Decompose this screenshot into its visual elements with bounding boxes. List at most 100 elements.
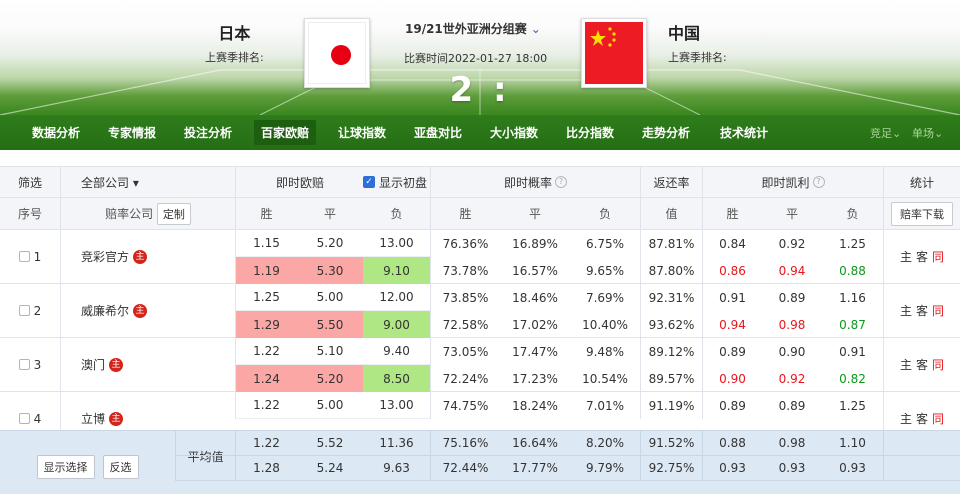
company-name[interactable]: 威廉希尔: [81, 302, 129, 319]
kelly-cell: 0.90: [702, 365, 762, 392]
tab-over-under[interactable]: 大小指数: [490, 124, 538, 141]
tab-tech-stats[interactable]: 技术统计: [720, 124, 768, 141]
prob-cell: 10.40%: [582, 317, 628, 332]
filter-label: 筛选: [17, 175, 42, 190]
odds-table: 筛选 全部公司 ▾ 即时欧赔 ✓ 显示初盘 即时概率? 返还率 即时凯利? 统计 …: [0, 166, 960, 494]
checkbox-icon[interactable]: [18, 413, 30, 424]
tab-handicap-index[interactable]: 让球指数: [338, 124, 386, 141]
kelly-cell: 1.25: [839, 398, 866, 413]
japan-flag-icon[interactable]: [304, 18, 370, 88]
prob-cell: 17.47%: [512, 344, 558, 359]
row-select[interactable]: 3: [0, 338, 60, 391]
host-link[interactable]: 主: [900, 248, 912, 265]
average-cell: 1.28: [235, 456, 297, 480]
host-link[interactable]: 主: [900, 302, 912, 319]
odds-cell: 12.00: [363, 284, 430, 311]
host-link[interactable]: 主: [900, 410, 912, 427]
kelly-cell: 0.89: [702, 392, 762, 419]
host-link[interactable]: 主: [900, 356, 912, 373]
row-number: 3: [33, 357, 42, 372]
guest-link[interactable]: 客: [916, 302, 928, 319]
tab-score-index[interactable]: 比分指数: [566, 124, 614, 141]
china-flag-icon[interactable]: [581, 18, 647, 88]
kelly-cell: 0.91: [839, 344, 866, 359]
return-rate-header: 返还率: [640, 167, 702, 197]
help-icon[interactable]: ?: [812, 176, 825, 188]
company-name[interactable]: 澳门: [81, 356, 105, 373]
league-name: 19/21世外亚洲分组赛: [405, 22, 527, 36]
prob-cell: 18.24%: [512, 398, 558, 413]
help-icon[interactable]: ?: [555, 176, 567, 188]
same-link[interactable]: 同: [932, 410, 944, 427]
row-select[interactable]: 2: [0, 284, 60, 337]
prob-cell: 7.01%: [585, 398, 625, 413]
odds-cell: 5.00: [297, 284, 363, 311]
odds-cell: 1.24: [235, 365, 297, 392]
tab-euro-odds[interactable]: 百家欧赔: [254, 120, 317, 145]
away-team-name[interactable]: 中国: [668, 20, 727, 44]
table-row[interactable]: 3 澳门主 1.22 5.10 9.40 73.05% 17.47% 9.48% 89.12% 0…: [0, 338, 960, 392]
show-initial-toggle[interactable]: ✓ 显示初盘: [360, 167, 430, 197]
company-filter-dropdown[interactable]: 全部公司 ▾: [60, 167, 235, 197]
prob-cell: 73.85%: [430, 284, 500, 311]
company-name[interactable]: 立博: [81, 410, 105, 427]
col-draw: 平: [323, 207, 336, 221]
league-selector[interactable]: 19/21世外亚洲分组赛 ⌄: [405, 20, 541, 37]
match-time: 比赛时间2022-01-27 18:00: [404, 52, 548, 65]
company-name-cell[interactable]: 澳门主: [60, 338, 235, 391]
tab-trend-analysis[interactable]: 走势分析: [642, 124, 690, 141]
show-selected-button[interactable]: 显示选择: [36, 455, 95, 479]
guest-link[interactable]: 客: [916, 410, 928, 427]
odds-download-button[interactable]: 赔率下载: [891, 201, 953, 226]
checkbox-icon[interactable]: [18, 251, 30, 262]
odds-cell: 1.22: [235, 392, 297, 419]
prob-cell: 76.36%: [430, 230, 500, 257]
checkbox-icon[interactable]: [18, 305, 30, 316]
home-team-name[interactable]: 日本: [205, 20, 264, 44]
invert-selection-button[interactable]: 反选: [102, 455, 139, 479]
average-cell: 9.79%: [585, 461, 625, 475]
kelly-cell: 0.90: [778, 344, 806, 359]
same-link[interactable]: 同: [932, 302, 944, 319]
tab-betting-analysis[interactable]: 投注分析: [184, 124, 232, 141]
prob-cell: 7.69%: [585, 290, 625, 305]
average-cell: 0.93: [702, 456, 762, 480]
average-cell: 5.24: [316, 461, 344, 475]
odds-cell: 5.00: [297, 392, 363, 419]
col-prob-win: 胜: [430, 198, 500, 229]
return-rate-cell: 87.80%: [640, 257, 702, 284]
host-badge-icon: 主: [109, 357, 124, 372]
same-link[interactable]: 同: [932, 248, 944, 265]
table-row[interactable]: 2 威廉希尔主 1.25 5.00 12.00 73.85% 18.46% 7.69% 92.3…: [0, 284, 960, 338]
danchang-dropdown[interactable]: 单场⌄: [912, 125, 943, 141]
col-lose: 负: [390, 207, 403, 221]
table-row[interactable]: 1 竞彩官方主 1.15 5.20 13.00 76.36% 16.89% 6.75% 87.8…: [0, 230, 960, 284]
guest-link[interactable]: 客: [916, 248, 928, 265]
tab-data-analysis[interactable]: 数据分析: [32, 124, 80, 141]
odds-cell: 1.19: [235, 257, 297, 284]
kelly-cell: 0.89: [778, 290, 806, 305]
average-cell: 0.93: [778, 461, 806, 475]
odds-cell: 5.20: [297, 230, 363, 257]
jingzu-dropdown[interactable]: 竞足⌄: [870, 125, 901, 141]
company-name-cell[interactable]: 威廉希尔主: [60, 284, 235, 337]
customize-button[interactable]: 定制: [156, 202, 191, 225]
odds-cell: 1.25: [235, 284, 297, 311]
average-cell: 5.52: [316, 436, 344, 450]
company-name[interactable]: 竞彩官方: [81, 248, 129, 265]
company-name-cell[interactable]: 竞彩官方主: [60, 230, 235, 283]
col-kelly-lose: 负: [846, 207, 859, 221]
same-link[interactable]: 同: [932, 356, 944, 373]
average-cell: 0.93: [839, 461, 866, 475]
checkbox-icon[interactable]: [18, 359, 30, 370]
tab-expert-info[interactable]: 专家情报: [108, 124, 156, 141]
prob-cell: 72.58%: [430, 311, 500, 338]
prob-cell: 18.46%: [512, 290, 558, 305]
guest-link[interactable]: 客: [916, 356, 928, 373]
tab-asian-compare[interactable]: 亚盘对比: [414, 124, 462, 141]
average-cell: 1.10: [839, 436, 866, 450]
stats-links: 主客同: [883, 338, 960, 391]
checkbox-checked-icon[interactable]: ✓: [362, 176, 375, 188]
row-select[interactable]: 1: [0, 230, 60, 283]
kelly-cell: 0.94: [778, 263, 806, 278]
